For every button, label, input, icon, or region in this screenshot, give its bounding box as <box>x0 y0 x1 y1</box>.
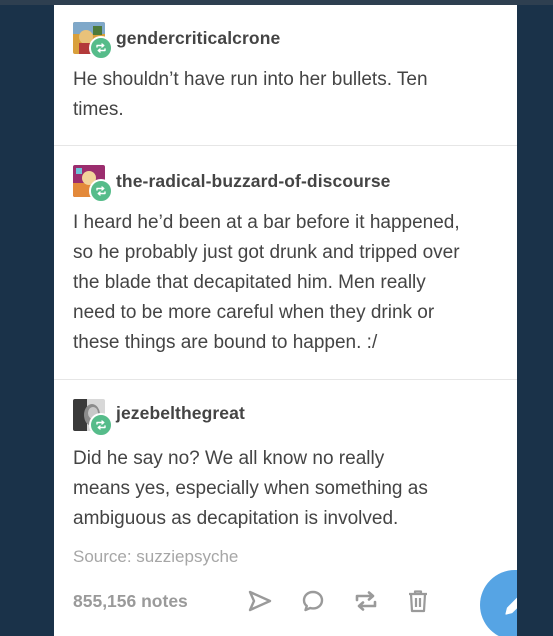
text-line: need to be more careful when they drink … <box>73 302 435 323</box>
text-line: ambiguous as decapitation is involved. <box>73 508 399 529</box>
avatar[interactable] <box>73 22 113 60</box>
reblog-icon <box>355 591 377 611</box>
username[interactable]: the-radical-buzzard-of-discourse <box>116 171 390 192</box>
text-line: times. <box>73 99 124 120</box>
divider <box>54 145 517 146</box>
trash-icon <box>409 590 427 613</box>
send-icon <box>248 590 272 612</box>
post-text: I heard he’d been at a bar before it hap… <box>73 208 503 358</box>
text-line: the blade that decapitated him. Men real… <box>73 272 426 293</box>
reblog-icon <box>89 36 113 60</box>
reblog-icon <box>89 413 113 437</box>
share-button[interactable] <box>246 587 274 615</box>
post-card: gendercriticalcrone He shouldn’t have ru… <box>54 5 517 636</box>
text-line: so he probably just got drunk and trippe… <box>73 242 460 263</box>
pencil-icon <box>505 597 517 615</box>
post-text: He shouldn’t have run into her bullets. … <box>73 65 503 125</box>
text-line: He shouldn’t have run into her bullets. … <box>73 69 428 90</box>
text-line: Did he say no? We all know no really <box>73 448 385 469</box>
avatar[interactable] <box>73 165 113 203</box>
source-link[interactable]: Source: suzziepsyche <box>73 547 238 567</box>
username[interactable]: jezebelthegreat <box>116 403 245 424</box>
divider <box>54 379 517 380</box>
text-line: I heard he’d been at a bar before it hap… <box>73 212 460 233</box>
text-line: means yes, especially when something as <box>73 478 428 499</box>
post-text: Did he say no? We all know no really mea… <box>73 444 503 534</box>
text-line: these things are bound to happen. :/ <box>73 332 378 353</box>
delete-button[interactable] <box>404 587 432 615</box>
reply-button[interactable] <box>299 587 327 615</box>
reply-icon <box>302 590 324 612</box>
reblog-icon <box>89 179 113 203</box>
username[interactable]: gendercriticalcrone <box>116 28 280 49</box>
compose-button[interactable] <box>480 570 517 636</box>
avatar[interactable] <box>73 399 113 437</box>
reblog-button[interactable] <box>352 587 380 615</box>
notes-count[interactable]: 855,156 notes <box>73 591 188 612</box>
